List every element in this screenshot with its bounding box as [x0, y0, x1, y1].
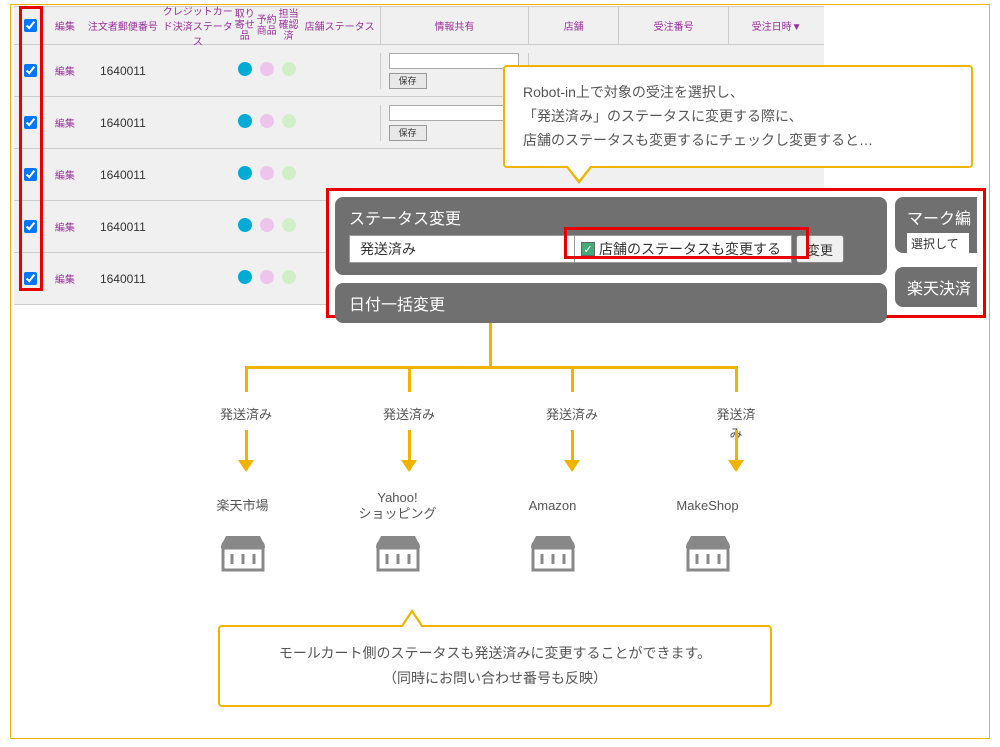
also-change-shop-status-checkbox-wrap[interactable]: ✓ 店舗のステータスも変更する — [575, 235, 792, 263]
info-input[interactable] — [389, 105, 519, 121]
edit-link[interactable]: 編集 — [46, 167, 84, 182]
shop-name: 楽天市場 — [165, 490, 320, 522]
bottom-callout: モールカート側のステータスも発送済みに変更することができます。 （同時にお問い合… — [218, 625, 772, 707]
shop-name: Yahoo! ショッピング — [320, 490, 475, 522]
arrow-down-icon — [735, 430, 738, 470]
flow-diagram: 発送済み 発送済み 発送済み 発送済み — [195, 322, 785, 482]
rakuten-payment-block: 楽天決済 — [895, 267, 977, 307]
flow-label: 発送済み — [383, 404, 435, 423]
row-checkbox[interactable] — [24, 220, 37, 233]
postal-cell: 1640011 — [84, 272, 162, 286]
checkbox-label: 店舗のステータスも変更する — [599, 239, 781, 259]
arrow-down-icon — [571, 430, 574, 470]
rakuten-payment-title: 楽天決済 — [907, 275, 977, 299]
shop-icon — [320, 530, 475, 574]
select-all-checkbox[interactable] — [24, 19, 37, 32]
row-checkbox[interactable] — [24, 272, 37, 285]
flow-label: 発送済み — [546, 404, 598, 423]
dot-yoyaku-icon — [260, 114, 274, 128]
postal-cell: 1640011 — [84, 64, 162, 78]
shop-icon — [475, 530, 630, 574]
hdr-orderno: 受注番号 — [619, 7, 729, 44]
date-bulk-change-block: 日付一括変更 — [335, 283, 887, 323]
dot-tantou-icon — [282, 114, 296, 128]
info-input[interactable] — [389, 53, 519, 69]
shop-icon — [165, 530, 320, 574]
dot-tantou-icon — [282, 270, 296, 284]
dot-yoyaku-icon — [260, 270, 274, 284]
shop-item: MakeShop — [630, 490, 785, 600]
shop-item: Amazon — [475, 490, 630, 600]
hdr-credit: クレジットカード決済ステータス — [162, 7, 234, 44]
panel-title-2: 日付一括変更 — [349, 291, 445, 315]
bottom-line: モールカート側のステータスも発送済みに変更することができます。 — [238, 641, 752, 666]
row-checkbox[interactable] — [24, 116, 37, 129]
dot-toriyose-icon — [238, 218, 252, 232]
edit-link[interactable]: 編集 — [46, 115, 84, 130]
hdr-yoyaku: 予約商品 — [256, 7, 278, 44]
mark-edit-title: マーク編 — [907, 205, 977, 229]
save-button[interactable]: 保存 — [389, 73, 427, 89]
callout-line: 店舗のステータスも変更するにチェックし変更すると… — [523, 129, 953, 153]
change-button[interactable]: 変更 — [796, 235, 844, 263]
row-checkbox[interactable] — [24, 64, 37, 77]
hdr-postal: 注文者郵便番号 — [84, 7, 162, 44]
row-checkbox[interactable] — [24, 168, 37, 181]
postal-cell: 1640011 — [84, 168, 162, 182]
callout-line: 「発送済み」のステータスに変更する際に、 — [523, 105, 953, 129]
flow-label: 発送済み — [220, 404, 272, 423]
mark-edit-block: マーク編 選択して — [895, 197, 977, 253]
save-button[interactable]: 保存 — [389, 125, 427, 141]
hdr-shopstatus: 店舗ステータス — [300, 7, 380, 44]
status-select-value: 発送済み — [360, 239, 416, 259]
shop-name: Amazon — [475, 490, 630, 522]
mark-select[interactable]: 選択して — [907, 233, 969, 257]
hdr-share: 情報共有 — [380, 7, 530, 44]
dot-toriyose-icon — [238, 166, 252, 180]
dot-yoyaku-icon — [260, 218, 274, 232]
hdr-toriyose: 取り寄せ品 — [234, 7, 256, 44]
hdr-edit: 編集 — [46, 7, 84, 44]
status-change-panel-frame: ステータス変更 発送済み ✓ 店舗のステータスも変更する 変更 日付一括変更 マ… — [326, 188, 986, 318]
explanation-callout: Robot-in上で対象の受注を選択し、 「発送済み」のステータスに変更する際に… — [503, 65, 973, 168]
shop-name: MakeShop — [630, 490, 785, 522]
bottom-line: （同時にお問い合わせ番号も反映） — [238, 666, 752, 691]
edit-link[interactable]: 編集 — [46, 63, 84, 78]
shop-item: 楽天市場 — [165, 490, 320, 600]
hdr-tantou: 担当確認済 — [278, 7, 300, 44]
table-header-row: 編集 注文者郵便番号 クレジットカード決済ステータス 取り寄せ品 予約商品 担当… — [14, 7, 824, 45]
shops-row: 楽天市場 Yahoo! ショッピング Amazon MakeShop — [195, 490, 785, 600]
shop-item: Yahoo! ショッピング — [320, 490, 475, 600]
arrow-down-icon — [408, 430, 411, 470]
hdr-date: 受注日時▼ — [729, 7, 824, 44]
callout-line: Robot-in上で対象の受注を選択し、 — [523, 81, 953, 105]
dot-yoyaku-icon — [260, 166, 274, 180]
arrow-down-icon — [245, 430, 248, 470]
dot-tantou-icon — [282, 218, 296, 232]
shop-icon — [630, 530, 785, 574]
dot-yoyaku-icon — [260, 62, 274, 76]
postal-cell: 1640011 — [84, 220, 162, 234]
dot-toriyose-icon — [238, 270, 252, 284]
edit-link[interactable]: 編集 — [46, 219, 84, 234]
status-select[interactable]: 発送済み — [349, 235, 575, 263]
edit-link[interactable]: 編集 — [46, 271, 84, 286]
status-change-block: ステータス変更 発送済み ✓ 店舗のステータスも変更する 変更 — [335, 197, 887, 275]
checkbox-checked-icon: ✓ — [581, 242, 595, 256]
dot-toriyose-icon — [238, 114, 252, 128]
panel-title: ステータス変更 — [349, 205, 461, 229]
dot-tantou-icon — [282, 62, 296, 76]
postal-cell: 1640011 — [84, 116, 162, 130]
hdr-shop: 店舗 — [529, 7, 619, 44]
dot-tantou-icon — [282, 166, 296, 180]
dot-toriyose-icon — [238, 62, 252, 76]
